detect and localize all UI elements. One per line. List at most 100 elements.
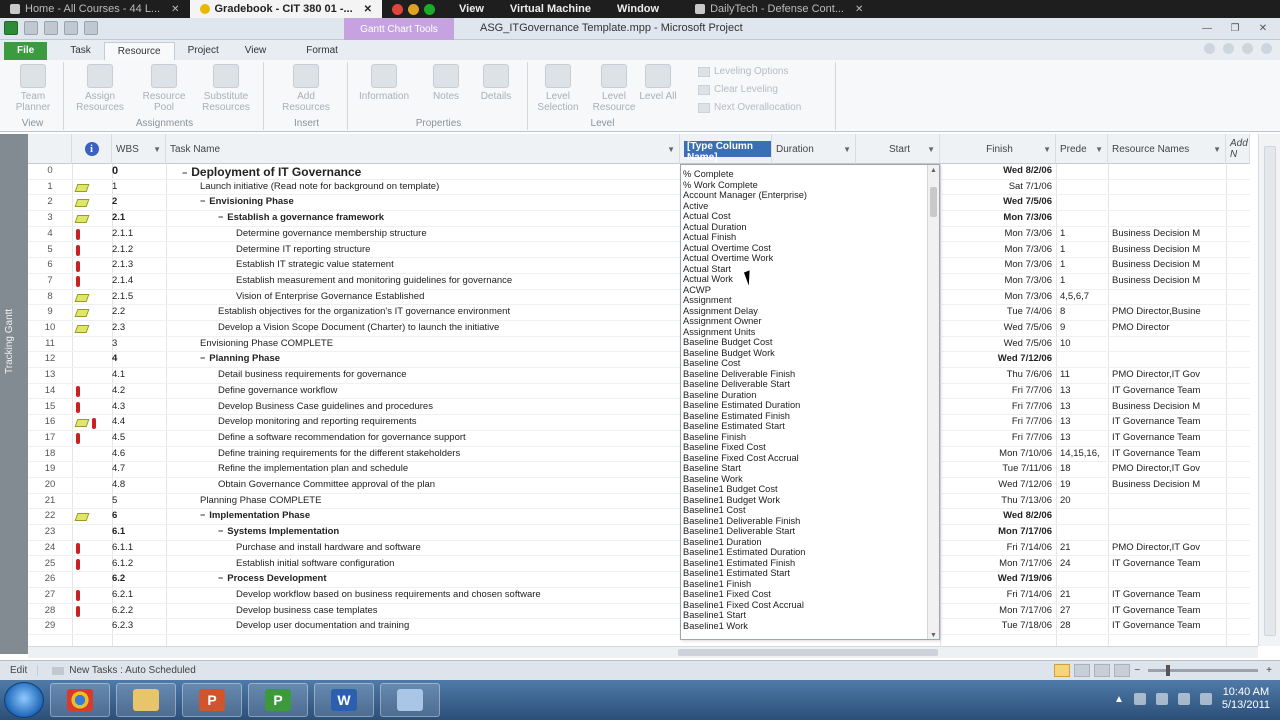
close-icon[interactable]: [1261, 43, 1272, 54]
row-finish[interactable]: Mon 7/3/06: [940, 244, 1056, 255]
note-icon[interactable]: [74, 513, 90, 522]
row-id[interactable]: 23: [28, 526, 72, 537]
row-finish[interactable]: Mon 7/17/06: [940, 558, 1056, 569]
select-all-corner[interactable]: [28, 134, 72, 164]
field-name-dropdown[interactable]: % Complete% Work Complete Account Manager…: [680, 164, 940, 640]
field-option[interactable]: Baseline Fixed Cost: [683, 442, 807, 453]
row-id[interactable]: 22: [28, 510, 72, 521]
row-task-name[interactable]: Define governance workflow: [166, 385, 676, 396]
row-id[interactable]: 24: [28, 542, 72, 553]
row-wbs[interactable]: 6.2.2: [112, 605, 162, 616]
row-predecessors[interactable]: 1: [1056, 244, 1108, 255]
finish-header[interactable]: Finish ▼: [940, 134, 1056, 164]
row-finish[interactable]: Wed 7/12/06: [940, 479, 1056, 490]
row-wbs[interactable]: 0: [112, 165, 162, 177]
row-wbs[interactable]: 2.2: [112, 306, 162, 317]
row-id[interactable]: 19: [28, 463, 72, 474]
table-row[interactable]: 6 2.1.3 Establish IT strategic value state…: [28, 258, 1250, 274]
field-option[interactable]: Baseline1 Deliverable Start: [683, 526, 807, 537]
field-option[interactable]: Baseline1 Budget Work: [683, 495, 807, 506]
row-wbs[interactable]: 4.4: [112, 416, 162, 427]
row-resources[interactable]: PMO Director: [1108, 322, 1226, 333]
taskbar-powerpoint[interactable]: P: [182, 683, 242, 717]
row-finish[interactable]: Tue 7/18/06: [940, 620, 1056, 631]
row-finish[interactable]: Wed 7/12/06: [940, 353, 1056, 364]
row-wbs[interactable]: 4.8: [112, 479, 162, 490]
row-id[interactable]: 9: [28, 306, 72, 317]
collapse-toggle-icon[interactable]: −: [200, 196, 205, 206]
row-predecessors[interactable]: 28: [1056, 620, 1108, 631]
row-id[interactable]: 16: [28, 416, 72, 427]
row-predecessors[interactable]: 24: [1056, 558, 1108, 569]
clock[interactable]: 10:40 AM 5/13/2011: [1222, 686, 1270, 712]
note-icon[interactable]: [74, 215, 90, 224]
row-id[interactable]: 11: [28, 338, 72, 349]
row-task-name[interactable]: Establish IT strategic value statement: [166, 259, 676, 270]
table-row[interactable]: 24 6.1.1 Purchase and install hardware and…: [28, 541, 1250, 557]
chevron-down-icon[interactable]: ▼: [667, 145, 675, 154]
help-icon[interactable]: [1223, 43, 1234, 54]
scrollbar-thumb[interactable]: [678, 649, 938, 656]
menu-virtual-machine[interactable]: Virtual Machine: [510, 3, 591, 15]
dropdown-scrollbar[interactable]: ▲ ▼: [927, 165, 939, 639]
row-resources[interactable]: IT Governance Team: [1108, 432, 1226, 443]
field-option[interactable]: Baseline Estimated Duration: [683, 400, 807, 411]
indicators-header[interactable]: i: [72, 134, 112, 164]
row-resources[interactable]: PMO Director,IT Gov: [1108, 542, 1226, 553]
row-predecessors[interactable]: 1: [1056, 275, 1108, 286]
row-wbs[interactable]: 1: [112, 181, 162, 192]
taskbar-project[interactable]: P: [248, 683, 308, 717]
minimize-icon[interactable]: —: [1196, 21, 1218, 35]
row-wbs[interactable]: 3: [112, 338, 162, 349]
row-wbs[interactable]: 4: [112, 353, 162, 364]
field-option[interactable]: Baseline Finish: [683, 432, 807, 443]
field-option[interactable]: % Complete: [683, 169, 807, 180]
field-option[interactable]: Baseline Fixed Cost Accrual: [683, 453, 807, 464]
browser-tab-3[interactable]: DailyTech - Defense Cont... ✕: [685, 0, 873, 18]
row-resources[interactable]: PMO Director,IT Gov: [1108, 369, 1226, 380]
minimize-window-icon[interactable]: [408, 3, 420, 15]
collapse-toggle-icon[interactable]: −: [218, 573, 223, 583]
row-wbs[interactable]: 6.2: [112, 573, 162, 584]
row-predecessors[interactable]: 27: [1056, 605, 1108, 616]
tab-view[interactable]: View: [232, 42, 280, 60]
row-finish[interactable]: Wed 7/5/06: [940, 322, 1056, 333]
field-option[interactable]: Baseline1 Work: [683, 621, 807, 632]
row-finish[interactable]: Mon 7/17/06: [940, 605, 1056, 616]
row-wbs[interactable]: 2.1.5: [112, 291, 162, 302]
row-resources[interactable]: PMO Director,Busine: [1108, 306, 1226, 317]
resource-sheet-view-icon[interactable]: [1114, 664, 1131, 677]
undo-icon[interactable]: [44, 21, 58, 35]
row-id[interactable]: 20: [28, 479, 72, 490]
table-row[interactable]: 25 6.1.2 Establish initial software config…: [28, 557, 1250, 573]
table-row[interactable]: 2 2 − Envisioning Phase Wed 7/5/06: [28, 195, 1250, 212]
add-new-column-header[interactable]: Add N: [1226, 134, 1250, 164]
close-window-icon[interactable]: [392, 3, 404, 15]
chevron-down-icon[interactable]: ▼: [927, 145, 935, 154]
row-task-name[interactable]: Determine governance membership structur…: [166, 228, 676, 239]
row-resources[interactable]: Business Decision M: [1108, 228, 1226, 239]
field-option[interactable]: Baseline1 Estimated Duration: [683, 547, 807, 558]
row-id[interactable]: 3: [28, 212, 72, 223]
field-option[interactable]: Baseline1 Duration: [683, 537, 807, 548]
menu-view[interactable]: View: [459, 3, 484, 15]
tab-file[interactable]: File: [4, 42, 48, 60]
row-wbs[interactable]: 4.6: [112, 448, 162, 459]
row-id[interactable]: 6: [28, 259, 72, 270]
table-row[interactable]: 23 6.1 − Systems Implementation Mon 7/17/06: [28, 525, 1250, 541]
tab-resource[interactable]: Resource: [103, 42, 175, 60]
row-wbs[interactable]: 2.3: [112, 322, 162, 333]
row-id[interactable]: 10: [28, 322, 72, 333]
row-task-name[interactable]: − Systems Implementation: [166, 526, 676, 537]
details-button[interactable]: Details: [468, 64, 524, 102]
scroll-up-icon[interactable]: ▲: [930, 167, 937, 174]
row-finish[interactable]: Fri 7/14/06: [940, 589, 1056, 600]
field-option[interactable]: Baseline Estimated Start: [683, 421, 807, 432]
field-option[interactable]: Account Manager (Enterprise): [683, 190, 807, 201]
table-row[interactable]: 9 2.2 Establish objectives for the organiz…: [28, 305, 1250, 321]
tray-expand-icon[interactable]: ▲: [1114, 694, 1124, 705]
row-finish[interactable]: Sat 7/1/06: [940, 181, 1056, 192]
row-task-name[interactable]: − Planning Phase: [166, 353, 676, 364]
resource-pool-button[interactable]: Resource Pool: [136, 64, 192, 113]
row-resources[interactable]: Business Decision M: [1108, 401, 1226, 412]
